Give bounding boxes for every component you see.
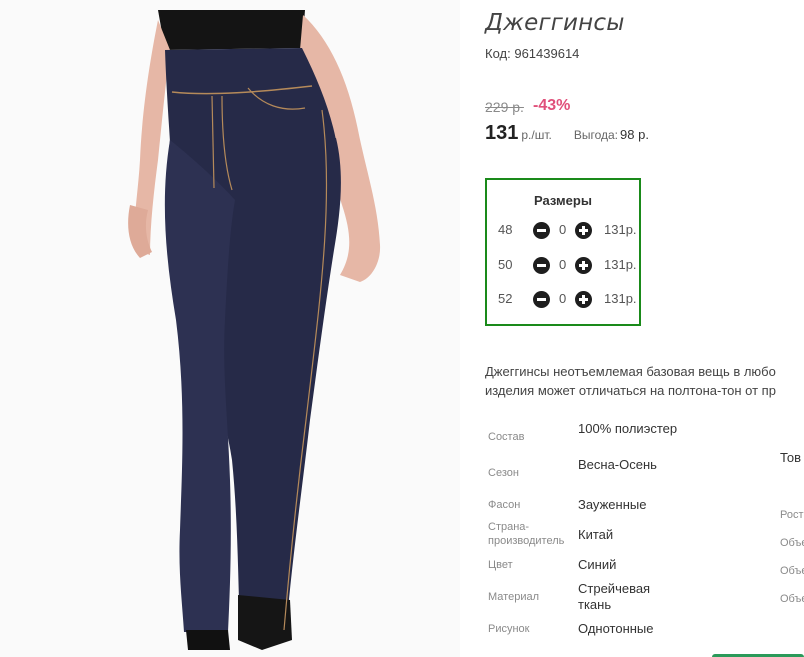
clipped-label: Объе (780, 593, 804, 605)
size-row: 48 0 131р. (496, 220, 637, 242)
savings-label: Выгода: (573, 128, 619, 142)
size-price: 131р. (604, 222, 637, 237)
product-description: Джеггинсы неотъемлемая базовая вещь в лю… (485, 362, 804, 400)
property-value: Однотонные (578, 621, 654, 636)
property-label: Рисунок (488, 623, 530, 635)
product-code: Код: 961439614 (485, 46, 579, 61)
size-row: 52 0 131р. (496, 289, 637, 311)
clipped-heading: Тов (780, 450, 802, 465)
size-number: 52 (498, 291, 513, 306)
sizes-panel: Размеры 48 0 131р. 50 0 131р. 52 0 131р. (485, 178, 641, 326)
plus-icon[interactable] (575, 257, 592, 274)
size-row: 50 0 131р. (496, 255, 637, 277)
savings-value: 98 р. (620, 127, 649, 142)
size-number: 50 (498, 257, 513, 272)
product-code-value: 961439614 (514, 46, 580, 61)
size-quantity: 0 (559, 222, 567, 237)
property-label: Сезон (488, 467, 519, 479)
clipped-label: Объе (780, 565, 804, 577)
sizes-header: Размеры (534, 193, 592, 208)
plus-icon[interactable] (575, 222, 592, 239)
product-info: Джеггинсы Код: 961439614 229 р. -43% 131… (485, 0, 804, 657)
product-photo-jeggings (0, 0, 460, 657)
clipped-label: Рост (780, 509, 804, 521)
clipped-label: Объе (780, 537, 804, 549)
description-line: изделия может отличаться на полтона-тон … (485, 383, 776, 398)
property-label: Страна-производитель (488, 521, 565, 547)
product-image[interactable] (0, 0, 460, 657)
plus-icon[interactable] (575, 291, 592, 308)
property-label: Фасон (488, 499, 521, 511)
minus-icon[interactable] (533, 222, 550, 239)
discount-badge: -43% (533, 97, 571, 114)
property-value: Китай (578, 527, 614, 542)
price-unit: р./шт. (521, 128, 552, 142)
property-label: Состав (488, 431, 525, 443)
old-price: 229 р. (485, 99, 524, 115)
property-label: Материал (488, 591, 539, 603)
property-value: 100% полиэстер (578, 421, 678, 436)
size-price: 131р. (604, 291, 637, 306)
size-number: 48 (498, 222, 513, 237)
property-value: Синий (578, 557, 617, 572)
price-row: 131 р./шт. Выгода: 98 р. (485, 122, 649, 145)
minus-icon[interactable] (533, 291, 550, 308)
property-value: Стрейчевая ткань (578, 581, 651, 612)
product-code-label: Код: (485, 46, 511, 61)
size-price: 131р. (604, 257, 637, 272)
product-title: Джеггинсы (485, 10, 625, 36)
size-quantity: 0 (559, 291, 567, 306)
property-label: Цвет (488, 559, 513, 571)
size-quantity: 0 (559, 257, 567, 272)
description-line: Джеггинсы неотъемлемая базовая вещь в лю… (485, 364, 776, 379)
current-price: 131 (485, 122, 519, 144)
property-value: Зауженные (578, 497, 647, 512)
property-value: Весна-Осень (578, 457, 657, 472)
minus-icon[interactable] (533, 257, 550, 274)
